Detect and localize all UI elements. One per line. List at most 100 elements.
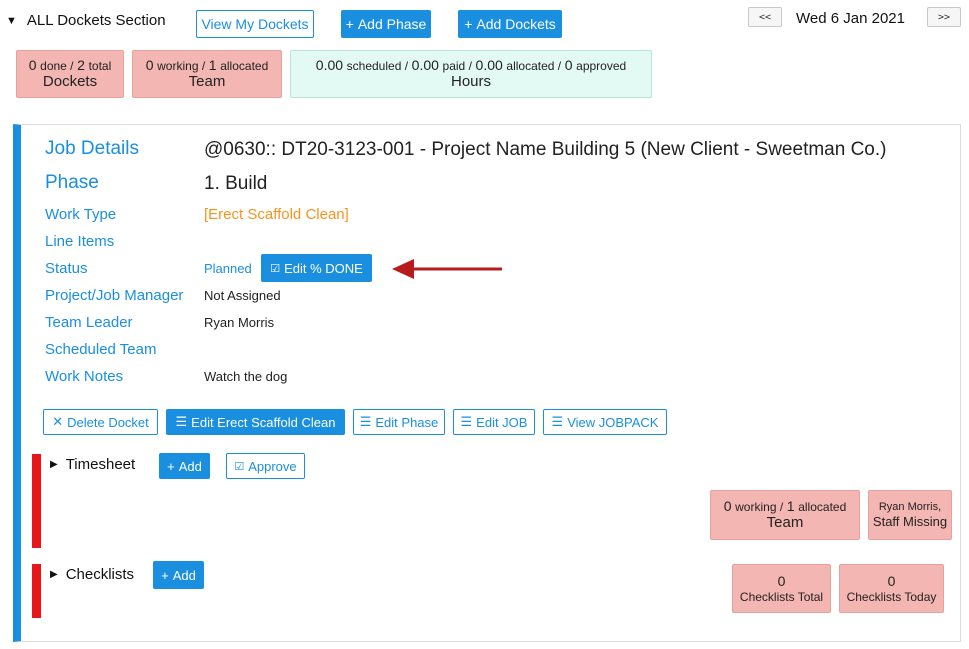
hours-scheduled-label: scheduled / (346, 58, 409, 73)
checklists-title: Checklists (65, 566, 135, 583)
hours-allocated-value: 0.00 (475, 56, 503, 73)
plus-icon: + (464, 16, 473, 32)
hours-approved-value: 0 (564, 56, 573, 73)
team-allocated-label: allocated (220, 58, 269, 73)
hours-scheduled-value: 0.00 (315, 56, 344, 73)
edit-work-type-label: Edit Erect Scaffold Clean (191, 414, 336, 430)
close-icon: ✕ (52, 414, 64, 429)
hours-allocated-label: allocated / (506, 58, 562, 73)
edit-job-button[interactable]: ☰ Edit JOB (453, 409, 535, 435)
scheduled-team-label: Scheduled Team (45, 341, 157, 358)
delete-docket-button[interactable]: ✕ Delete Docket (43, 409, 158, 435)
edit-work-type-button[interactable]: ☰ Edit Erect Scaffold Clean (166, 409, 345, 435)
menu-icon: ☰ (359, 414, 372, 429)
current-date: Wed 6 Jan 2021 (796, 10, 905, 27)
edit-phase-label: Edit Phase (375, 414, 439, 430)
checkbox-icon: ☑ (234, 460, 245, 473)
phase-label: Phase (45, 172, 99, 193)
dockets-done-label: done / (40, 58, 74, 73)
plus-icon: + (345, 16, 354, 32)
team-stat-label: Team (188, 73, 226, 91)
checklists-alert-bar (32, 564, 41, 618)
add-phase-button[interactable]: + Add Phase (341, 10, 431, 38)
team-allocated-value: 1 (208, 56, 217, 73)
phase-value: 1. Build (204, 173, 268, 194)
checklists-total-value: 0 (777, 572, 786, 589)
checklists-total-label: Checklists Total (739, 589, 824, 604)
timesheet-alert-bar (32, 454, 41, 548)
timesheet-toggle[interactable]: ▶ Timesheet (50, 456, 135, 473)
staff-missing-stat: Ryan Morris, Staff Missing (868, 490, 952, 540)
timesheet-title: Timesheet (65, 456, 136, 473)
menu-icon: ☰ (175, 414, 188, 429)
all-dockets-section-toggle[interactable]: ▼ ALL Dockets Section (6, 12, 166, 29)
job-details-value: @0630:: DT20-3123-001 - Project Name Bui… (204, 139, 887, 160)
menu-icon: ☰ (551, 414, 564, 429)
previous-day-button[interactable]: << (748, 7, 782, 27)
hours-stat-label: Hours (450, 73, 491, 91)
dockets-stat: 0 done / 2 total Dockets (16, 50, 124, 98)
next-day-button[interactable]: >> (927, 7, 961, 27)
menu-icon: ☰ (460, 414, 473, 429)
plus-icon: + (161, 567, 169, 583)
timesheet-add-label: Add (178, 458, 202, 474)
work-type-value: [Erect Scaffold Clean] (204, 206, 349, 223)
timesheet-allocated-label: allocated (798, 499, 847, 514)
delete-docket-label: Delete Docket (67, 414, 149, 430)
view-jobpack-label: View JOBPACK (567, 414, 659, 430)
team-working-value: 0 (145, 56, 154, 73)
checklists-add-button[interactable]: + Add (153, 561, 204, 589)
checklists-toggle[interactable]: ▶ Checklists (50, 566, 134, 583)
hours-approved-label: approved (576, 58, 627, 73)
work-notes-value: Watch the dog (204, 369, 288, 384)
timesheet-add-button[interactable]: + Add (159, 453, 210, 479)
hours-paid-value: 0.00 (411, 56, 439, 73)
manager-value: Not Assigned (204, 288, 281, 303)
line-items-label: Line Items (45, 233, 115, 250)
triangle-down-icon: ▼ (6, 14, 17, 27)
team-working-label: working / (157, 58, 206, 73)
add-dockets-button[interactable]: + Add Dockets (458, 10, 562, 38)
timesheet-team-stat: 0 working / 1 allocated Team (710, 490, 860, 540)
timesheet-allocated-value: 1 (786, 497, 795, 514)
timesheet-approve-button[interactable]: ☑ Approve (226, 453, 305, 479)
triangle-right-icon: ▶ (50, 569, 58, 580)
dockets-total-value: 2 (77, 56, 85, 73)
status-value: Planned (204, 261, 252, 276)
checklists-today-label: Checklists Today (846, 589, 937, 604)
dockets-stat-label: Dockets (42, 73, 98, 91)
checklists-today-value: 0 (887, 572, 896, 589)
add-dockets-label: Add Dockets (476, 16, 556, 32)
timesheet-working-value: 0 (723, 497, 732, 514)
edit-percent-done-button[interactable]: ☑ Edit % DONE (261, 254, 372, 282)
manager-label: Project/Job Manager (45, 287, 184, 304)
dockets-total-label: total (88, 58, 112, 73)
work-notes-label: Work Notes (45, 368, 124, 385)
plus-icon: + (167, 458, 175, 474)
team-stat-counts: 0 working / 1 allocated (146, 57, 269, 74)
view-jobpack-button[interactable]: ☰ View JOBPACK (543, 409, 667, 435)
checkbox-icon: ☑ (270, 262, 281, 275)
team-stat: 0 working / 1 allocated Team (132, 50, 282, 98)
dockets-stat-counts: 0 done / 2 total (29, 57, 112, 74)
edit-job-label: Edit JOB (476, 414, 528, 430)
annotation-arrow-icon (392, 259, 502, 279)
staff-missing-name: Ryan Morris, (878, 500, 942, 513)
edit-percent-done-label: Edit % DONE (284, 260, 363, 276)
job-details-label: Job Details (45, 138, 139, 159)
timesheet-team-label: Team (766, 514, 804, 532)
staff-missing-label: Staff Missing (872, 513, 948, 529)
edit-phase-button[interactable]: ☰ Edit Phase (353, 409, 445, 435)
team-leader-label: Team Leader (45, 314, 133, 331)
checklists-today-stat: 0 Checklists Today (839, 564, 944, 613)
add-phase-label: Add Phase (357, 16, 427, 32)
hours-paid-label: paid / (442, 58, 472, 73)
timesheet-approve-label: Approve (248, 458, 297, 474)
view-my-dockets-button[interactable]: View My Dockets (196, 10, 314, 38)
work-type-label: Work Type (45, 206, 117, 223)
triangle-right-icon: ▶ (50, 459, 58, 470)
hours-stat-counts: 0.00 scheduled / 0.00 paid / 0.00 alloca… (316, 57, 626, 74)
dockets-done-value: 0 (28, 56, 37, 73)
hours-stat: 0.00 scheduled / 0.00 paid / 0.00 alloca… (290, 50, 652, 98)
checklists-total-stat: 0 Checklists Total (732, 564, 831, 613)
